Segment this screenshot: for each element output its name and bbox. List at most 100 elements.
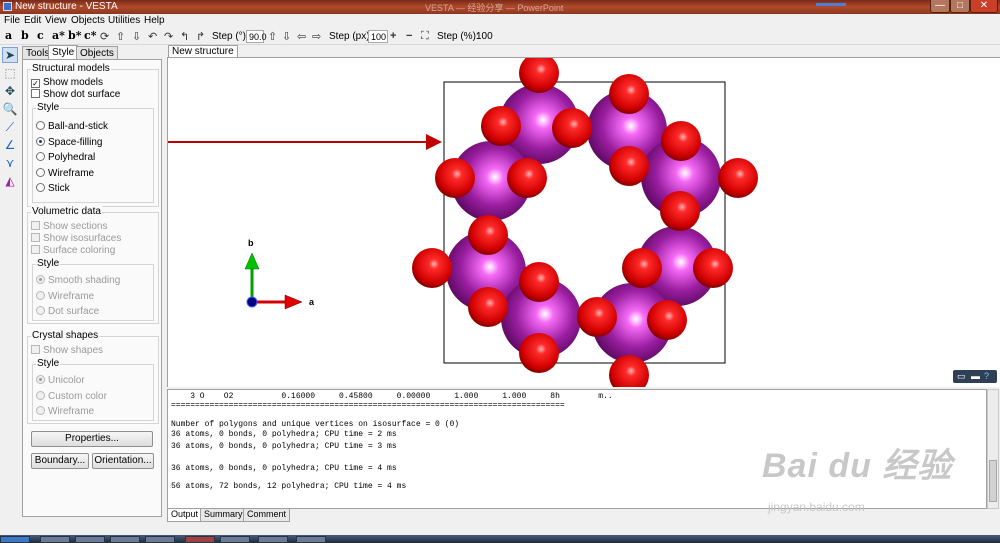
atom-small[interactable] [468,215,508,255]
fit-icon[interactable]: ⛶ [421,30,429,43]
show-dot-surface-checkbox[interactable]: Show dot surface [31,89,120,100]
properties-button[interactable]: Properties... [31,431,153,447]
atom-small[interactable] [412,248,452,288]
atom-small[interactable] [507,158,547,198]
select-arrow-icon[interactable]: ➤ [2,47,18,63]
structure-canvas[interactable]: b a [168,58,1000,387]
tab-output[interactable]: Output [167,509,203,522]
atom-small[interactable] [661,121,701,161]
unicolor-radio[interactable]: Unicolor [36,375,85,386]
minimize-button[interactable]: — [930,0,950,13]
taskbar-app-icon[interactable] [145,536,175,543]
taskbar-app-icon[interactable] [258,536,288,543]
atom-small[interactable] [609,74,649,114]
polyhedral-radio[interactable]: Polyhedral [36,152,95,163]
smooth-shading-radio[interactable]: Smooth shading [36,275,120,286]
view-along-c-button[interactable]: c [37,29,44,42]
view-along-a-button[interactable]: a [5,29,12,42]
help-icon[interactable]: ? [984,371,989,382]
atom-small[interactable] [609,146,649,186]
atom-small[interactable] [519,262,559,302]
step-deg-input[interactable]: 90.0 [246,30,267,43]
turn-left-icon[interactable]: ↰ [180,30,189,43]
tab-objects[interactable]: Objects [76,46,118,60]
arrow-left-icon[interactable]: ⇦ [297,30,306,43]
close-button[interactable]: ✕ [970,0,998,13]
atom-small[interactable] [577,297,617,337]
distance-icon[interactable]: ⟋ [2,119,18,135]
arrow-up-icon[interactable]: ⇧ [268,30,277,43]
show-isosurfaces-checkbox[interactable]: Show isosurfaces [31,233,121,244]
window-toggle-icon[interactable]: ▭ [957,371,966,382]
radio-icon [36,183,45,192]
atom-small[interactable] [468,287,508,327]
menu-help[interactable]: Help [144,15,165,26]
view-along-b-star-button[interactable]: b* [68,29,81,42]
arrow-down-icon[interactable]: ⇩ [282,30,291,43]
space-filling-radio[interactable]: Space-filling [36,137,102,148]
menu-utilities[interactable]: Utilities [108,15,140,26]
minus-icon[interactable]: − [406,30,412,42]
orientation-button[interactable]: Orientation... [92,453,154,469]
tab-comment[interactable]: Comment [243,509,291,522]
view-along-b-button[interactable]: b [21,29,29,42]
atom-small[interactable] [647,300,687,340]
surface-coloring-checkbox[interactable]: Surface coloring [31,245,115,256]
maximize-button[interactable]: □ [950,0,970,13]
taskbar-app-icon[interactable] [75,536,105,543]
menu-view[interactable]: View [45,15,67,26]
info-icon[interactable]: ◭ [2,173,18,189]
dot-surface-radio[interactable]: Dot surface [36,306,99,317]
rotate-icon[interactable]: ⟳ [100,30,109,43]
arrow-right-icon[interactable]: ⇨ [312,30,321,43]
view-along-a-star-button[interactable]: a* [52,29,65,42]
atom-small[interactable] [622,248,662,288]
zoom-icon[interactable]: 🔍 [2,101,18,117]
crystal-wireframe-radio[interactable]: Wireframe [36,406,94,417]
angle-icon[interactable]: ∠ [2,137,18,153]
ball-and-stick-radio[interactable]: Ball-and-stick [36,121,108,132]
turn-right-icon[interactable]: ↱ [196,30,205,43]
rotate-left-icon[interactable]: ↶ [148,30,157,43]
volumetric-wireframe-radio[interactable]: Wireframe [36,291,94,302]
view-along-c-star-button[interactable]: c* [84,29,96,42]
scrollbar-thumb[interactable] [989,460,997,502]
taskbar-app-icon[interactable] [185,536,215,543]
taskbar-app-icon[interactable] [296,536,326,543]
atom-small[interactable] [660,191,700,231]
atom-small[interactable] [435,158,475,198]
boundary-button[interactable]: Boundary... [31,453,89,469]
step-px-input[interactable]: 100 [368,30,388,43]
atom-small[interactable] [718,158,758,198]
show-sections-checkbox[interactable]: Show sections [31,221,107,232]
tab-summary[interactable]: Summary [200,509,247,522]
minimize-panel-icon[interactable]: ▬ [971,371,980,382]
structure-viewport[interactable]: b a [167,57,1000,387]
arrow-down-icon[interactable]: ⇩ [132,30,141,43]
taskbar-app-icon[interactable] [110,536,140,543]
select-region-icon[interactable]: ⬚ [2,65,18,81]
translate-icon[interactable]: ✥ [2,83,18,99]
dihedral-icon[interactable]: ⋎ [2,155,18,171]
arrow-up-icon[interactable]: ⇧ [116,30,125,43]
taskbar-app-icon[interactable] [220,536,250,543]
atom-small[interactable] [693,248,733,288]
atom-small[interactable] [481,106,521,146]
step-pct-value[interactable]: 100 [476,31,493,42]
atom-small[interactable] [552,108,592,148]
output-scrollbar[interactable] [987,389,999,509]
menu-edit[interactable]: Edit [24,15,41,26]
plus-icon[interactable]: + [390,30,396,42]
menu-objects[interactable]: Objects [71,15,105,26]
wireframe-radio[interactable]: Wireframe [36,168,94,179]
atom-small[interactable] [519,333,559,373]
taskbar-app-icon[interactable] [40,536,70,543]
show-shapes-checkbox[interactable]: Show shapes [31,345,103,356]
stick-radio[interactable]: Stick [36,183,70,194]
show-models-checkbox[interactable]: ✓ Show models [31,77,103,88]
tab-style[interactable]: Style [48,45,79,60]
rotate-right-icon[interactable]: ↷ [164,30,173,43]
custom-color-radio[interactable]: Custom color [36,391,107,402]
start-button-icon[interactable] [0,536,30,543]
menu-file[interactable]: File [4,15,20,26]
